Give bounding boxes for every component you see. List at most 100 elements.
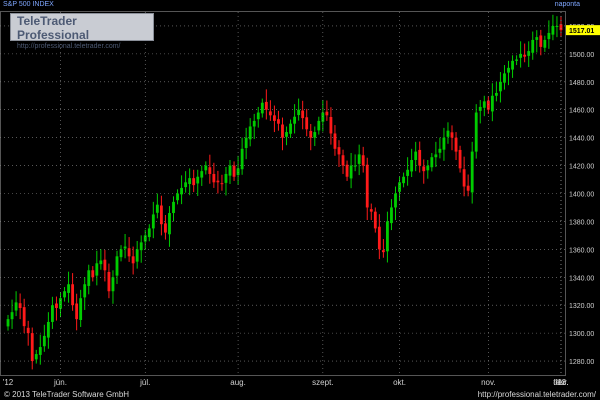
candle-body [99,260,103,265]
candle-body [123,246,127,249]
candle-body [478,106,482,111]
candle-body [293,116,297,124]
candle-body [79,298,83,320]
candle-body [438,148,442,153]
candle-body [357,154,361,164]
candle-body [67,284,70,293]
candle-body [188,178,192,185]
candle-body [139,242,143,251]
y-tick-label: 1500.00 [569,52,594,59]
chart-area[interactable]: 1280.00 1300.00 1320.00 1340.00 1360.00 1380.… [0,0,600,390]
candle-body [365,164,369,208]
candle-body [260,102,264,114]
candle-body [377,226,381,250]
candle-body [527,51,531,56]
candle-body [38,347,42,355]
candle-body [220,183,224,185]
footer-copyright: © 2013 TeleTrader Software GmbH [4,390,130,399]
candle-body [406,169,410,176]
candle-body [14,302,18,311]
y-tick-label: 1460.00 [569,108,594,115]
watermark-title: TeleTrader Professional [17,14,90,42]
candle-body [51,305,54,322]
footer: © 2013 TeleTrader Software GmbH http://p… [0,390,600,400]
x-tick-label: szept. [312,378,333,387]
candle-body [111,277,115,292]
candle-body [462,169,466,187]
candle-body [6,319,10,327]
candle-body [531,39,535,53]
candle-body [454,137,458,152]
candle-body [159,205,163,225]
candle-body [297,109,301,116]
candle-body [285,132,288,137]
candle-body [373,211,377,229]
x-tick-label: aug. [230,378,246,387]
y-tick-label: 1420.00 [569,164,594,171]
candle-body [426,165,430,171]
candle-body [539,35,543,47]
candle-body [196,176,200,184]
candle-body [10,312,14,320]
candle-body [329,116,333,134]
candle-body [398,182,401,192]
candle-body [135,249,139,262]
candle-body [337,147,341,155]
candle-body [390,207,393,224]
candle-body [369,209,373,212]
teletrader-logo: TeleTrader Professional http://professio… [10,13,154,50]
y-tick-label: 1280.00 [569,359,594,366]
candle-body [301,110,305,119]
candle-body [289,123,292,134]
candle-body [381,250,385,253]
candle-body [236,168,240,176]
candle-body [349,165,353,179]
candle-body [208,167,212,174]
candle-body [180,187,183,195]
candle-body [212,173,216,183]
candle-body [555,25,559,27]
candle-body [450,132,454,138]
candle-body [466,185,470,191]
candle-body [446,130,450,137]
y-tick-label: 1300.00 [569,331,594,338]
candle-body [361,155,365,166]
candle-body [305,117,309,130]
candle-body [333,133,337,149]
candle-body [71,284,75,306]
candle-body [458,149,462,169]
candle-body [252,120,256,127]
candle-body [402,176,405,184]
candle-body [503,73,506,83]
candle-body [127,248,131,257]
candle-body [434,154,438,158]
candle-body [394,193,397,208]
y-tick-label: 1360.00 [569,247,594,254]
candle-body [224,173,228,183]
candle-body [184,182,188,188]
x-tick-label: júl. [139,378,150,387]
candle-body [192,178,196,186]
candle-body [244,137,248,148]
candle-body [430,157,434,168]
candle-body [204,165,208,171]
candle-body [131,256,135,264]
candle-body [313,132,317,138]
candle-body [95,263,99,276]
candle-body [551,25,555,35]
candle-body [345,164,349,177]
x-tick-label: nov. [481,378,496,387]
instrument-label: S&P 500 INDEX [3,1,54,8]
candle-body [83,284,87,298]
period-label: naponta [554,1,580,8]
candle-body [119,249,123,258]
candle-body [277,119,280,124]
candle-body [22,307,26,327]
candle-body [507,67,510,73]
candle-body [216,180,220,183]
candle-body [26,327,30,334]
candle-body [414,151,418,160]
candle-body [535,37,539,40]
y-tick-label: 1400.00 [569,192,594,199]
candle-body [353,165,357,167]
